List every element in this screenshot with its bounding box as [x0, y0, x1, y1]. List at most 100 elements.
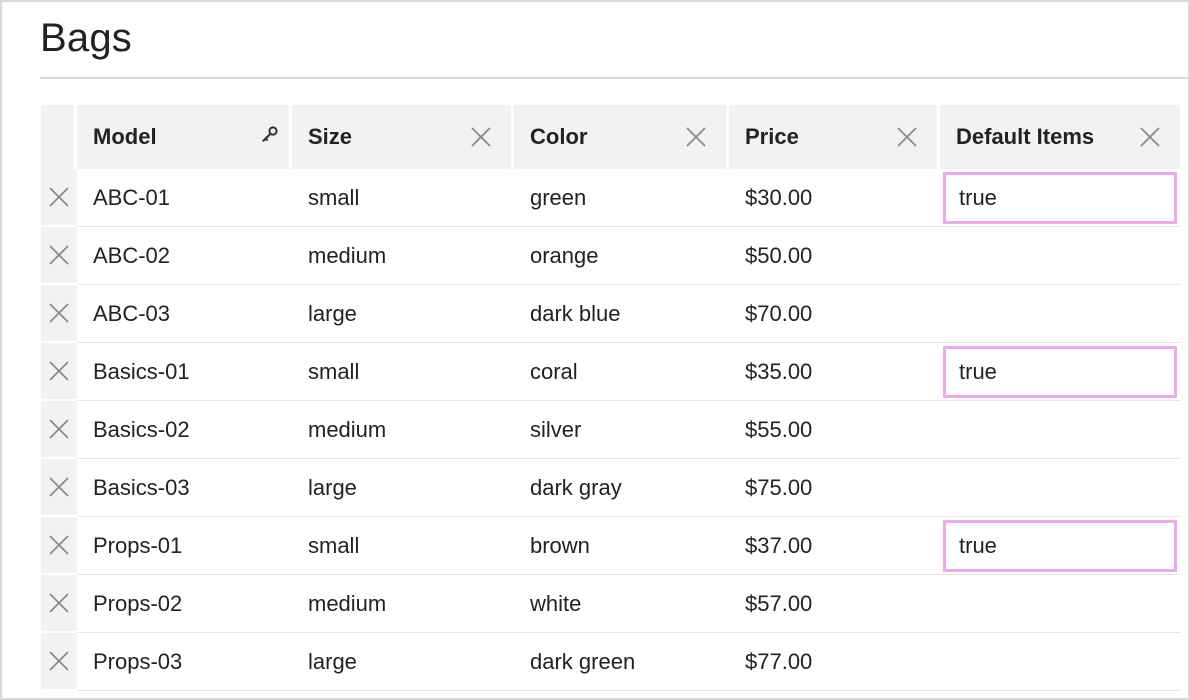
cell-price[interactable]: $30.00 — [729, 169, 940, 227]
cell-price-text: $55.00 — [745, 416, 813, 442]
cell-model[interactable]: ABC-02 — [77, 227, 292, 285]
column-header-color[interactable]: Color — [514, 105, 729, 169]
column-header-default-items[interactable]: Default Items — [940, 105, 1180, 169]
close-icon[interactable] — [48, 244, 70, 266]
table-row[interactable]: Basics-02 medium silver $55.00 — [41, 401, 1180, 459]
close-icon[interactable] — [48, 418, 70, 440]
table-row[interactable]: Props-02 medium white $57.00 — [41, 575, 1180, 633]
close-icon[interactable] — [48, 186, 70, 208]
data-grid: Model Size Color Price Default Items ABC… — [41, 105, 1180, 691]
row-delete-cell[interactable] — [41, 575, 77, 633]
row-delete-cell[interactable] — [41, 401, 77, 459]
row-delete-cell[interactable] — [41, 227, 77, 285]
close-icon[interactable] — [48, 360, 70, 382]
close-icon[interactable] — [48, 476, 70, 498]
key-icon[interactable] — [261, 125, 279, 143]
cell-price-text: $37.00 — [745, 532, 813, 558]
close-icon[interactable] — [48, 650, 70, 672]
cell-size[interactable]: large — [292, 633, 514, 691]
cell-default-items[interactable]: true — [940, 169, 1180, 227]
cell-price-text: $75.00 — [745, 474, 813, 500]
cell-model[interactable]: Basics-03 — [77, 459, 292, 517]
row-delete-cell[interactable] — [41, 343, 77, 401]
cell-size[interactable]: large — [292, 459, 514, 517]
cell-color[interactable]: orange — [514, 227, 729, 285]
cell-size[interactable]: small — [292, 169, 514, 227]
close-icon[interactable] — [48, 302, 70, 324]
cell-color[interactable]: coral — [514, 343, 729, 401]
cell-default-items[interactable] — [940, 227, 1180, 285]
close-icon[interactable] — [684, 125, 708, 149]
cell-price[interactable]: $57.00 — [729, 575, 940, 633]
column-header-size[interactable]: Size — [292, 105, 514, 169]
table-row[interactable]: ABC-03 large dark blue $70.00 — [41, 285, 1180, 343]
close-icon[interactable] — [48, 534, 70, 556]
close-icon[interactable] — [895, 125, 919, 149]
cell-size-text: medium — [308, 416, 387, 442]
close-icon[interactable] — [469, 125, 493, 149]
table-row[interactable]: Props-03 large dark green $77.00 — [41, 633, 1180, 691]
cell-model-text: ABC-03 — [93, 300, 171, 326]
cell-color[interactable]: dark blue — [514, 285, 729, 343]
cell-price-text: $35.00 — [745, 358, 813, 384]
cell-default-items[interactable] — [940, 401, 1180, 459]
cell-size[interactable]: medium — [292, 401, 514, 459]
cell-color[interactable]: silver — [514, 401, 729, 459]
cell-model[interactable]: Props-01 — [77, 517, 292, 575]
highlighted-cell: true — [943, 346, 1177, 398]
cell-price-text: $77.00 — [745, 648, 813, 674]
cell-default-items[interactable] — [940, 575, 1180, 633]
cell-default-items[interactable] — [940, 633, 1180, 691]
grid-body: ABC-01 small green $30.00 true ABC-02 me… — [41, 169, 1180, 691]
cell-price[interactable]: $70.00 — [729, 285, 940, 343]
column-header-model[interactable]: Model — [77, 105, 292, 169]
cell-size-text: large — [308, 474, 357, 500]
header-row: Model Size Color Price Default Items — [41, 105, 1180, 169]
cell-model[interactable]: ABC-01 — [77, 169, 292, 227]
cell-default-items[interactable] — [940, 285, 1180, 343]
table-row[interactable]: ABC-02 medium orange $50.00 — [41, 227, 1180, 285]
cell-size[interactable]: small — [292, 343, 514, 401]
table-row[interactable]: Basics-01 small coral $35.00 true — [41, 343, 1180, 401]
row-delete-cell[interactable] — [41, 169, 77, 227]
cell-price[interactable]: $77.00 — [729, 633, 940, 691]
row-delete-cell[interactable] — [41, 459, 77, 517]
cell-size-text: medium — [308, 242, 387, 268]
column-header-price[interactable]: Price — [729, 105, 940, 169]
cell-size-text: large — [308, 648, 357, 674]
close-icon[interactable] — [48, 592, 70, 614]
close-icon[interactable] — [1138, 125, 1162, 149]
row-delete-cell[interactable] — [41, 285, 77, 343]
cell-model[interactable]: Basics-02 — [77, 401, 292, 459]
cell-model[interactable]: Props-03 — [77, 633, 292, 691]
cell-color[interactable]: white — [514, 575, 729, 633]
cell-default-items[interactable] — [940, 459, 1180, 517]
cell-default-text: true — [959, 359, 997, 384]
table-row[interactable]: Basics-03 large dark gray $75.00 — [41, 459, 1180, 517]
cell-default-items[interactable]: true — [940, 343, 1180, 401]
cell-price[interactable]: $75.00 — [729, 459, 940, 517]
cell-color-text: white — [530, 590, 582, 616]
cell-model[interactable]: Basics-01 — [77, 343, 292, 401]
cell-price[interactable]: $35.00 — [729, 343, 940, 401]
row-delete-cell[interactable] — [41, 633, 77, 691]
cell-color[interactable]: green — [514, 169, 729, 227]
cell-size[interactable]: large — [292, 285, 514, 343]
cell-default-items[interactable]: true — [940, 517, 1180, 575]
row-delete-cell[interactable] — [41, 517, 77, 575]
cell-size[interactable]: small — [292, 517, 514, 575]
app-window: Bags Model Size Color Price Default Item… — [0, 0, 1190, 700]
cell-color[interactable]: dark green — [514, 633, 729, 691]
cell-color[interactable]: dark gray — [514, 459, 729, 517]
cell-price-text: $70.00 — [745, 300, 813, 326]
cell-price[interactable]: $37.00 — [729, 517, 940, 575]
cell-size[interactable]: medium — [292, 227, 514, 285]
cell-price[interactable]: $55.00 — [729, 401, 940, 459]
table-row[interactable]: Props-01 small brown $37.00 true — [41, 517, 1180, 575]
cell-color[interactable]: brown — [514, 517, 729, 575]
cell-price[interactable]: $50.00 — [729, 227, 940, 285]
cell-model[interactable]: ABC-03 — [77, 285, 292, 343]
cell-model[interactable]: Props-02 — [77, 575, 292, 633]
table-row[interactable]: ABC-01 small green $30.00 true — [41, 169, 1180, 227]
cell-size[interactable]: medium — [292, 575, 514, 633]
